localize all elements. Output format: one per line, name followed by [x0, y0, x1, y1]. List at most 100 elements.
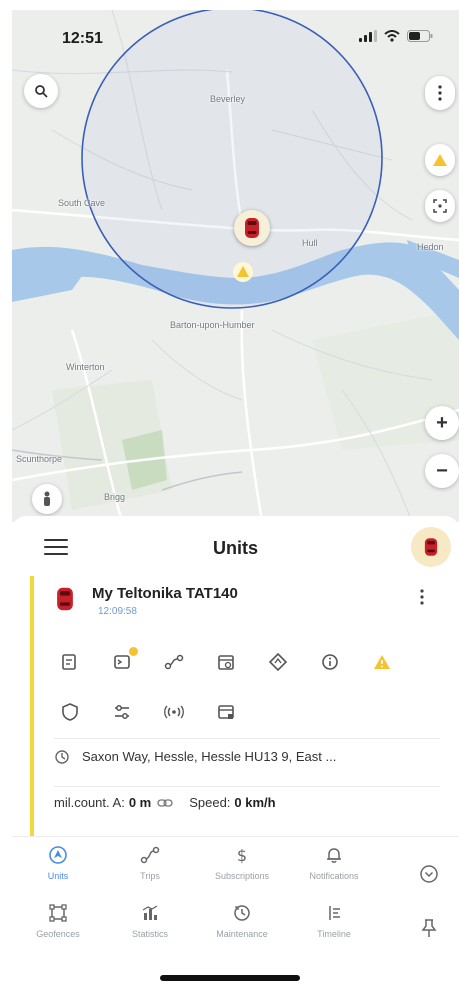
nav-geofences[interactable]: Geofences [12, 903, 104, 953]
mileage-label: mil.count. A: [54, 795, 125, 810]
nav-subscriptions-label: Subscriptions [214, 871, 270, 881]
search-icon [35, 85, 48, 98]
more-vertical-icon [438, 85, 442, 101]
warning-icon [374, 655, 390, 669]
statistics-icon [142, 905, 158, 920]
tool-info-button[interactable] [304, 644, 356, 680]
tool-trips-button[interactable] [148, 644, 200, 680]
status-time: 12:51 [62, 30, 103, 47]
car-icon [424, 538, 438, 556]
speed-value: 0 km/h [234, 795, 276, 810]
nav-subscriptions[interactable]: $ Subscriptions [196, 845, 288, 895]
calendar-add-icon [218, 705, 234, 719]
panel-title: Units [213, 538, 258, 558]
bottom-navigation: Units Trips $ Subscriptions Notification… [12, 836, 459, 966]
units-panel: Units My Teltonika TAT140 12:09:58 Saxon… [12, 516, 459, 836]
person-icon [44, 491, 50, 506]
info-icon [322, 654, 338, 670]
commands-icon [114, 655, 130, 669]
tool-navigate-button[interactable] [252, 644, 304, 680]
chevron-down-circle-icon [420, 865, 438, 883]
nav-maintenance-label: Maintenance [216, 929, 268, 939]
unit-address: Saxon Way, Hessle, Hessle HU13 9, East .… [82, 749, 337, 764]
unit-stats-row: mil.count. A: 0 m Speed: 0 km/h [54, 786, 440, 818]
map-fit-button[interactable] [425, 190, 455, 222]
nav-units-label: Units [47, 871, 69, 881]
geofence-icon [49, 904, 67, 922]
map-label-south-cave: South Cave [58, 198, 106, 208]
nav-statistics[interactable]: Statistics [104, 903, 196, 953]
tool-history-button[interactable] [200, 644, 252, 680]
nav-timeline[interactable]: Timeline [288, 903, 380, 953]
dollar-icon: $ [237, 846, 247, 865]
bell-icon [327, 848, 341, 863]
tool-events-button[interactable] [200, 694, 252, 730]
map-label-hull: Hull [302, 238, 318, 248]
calendar-history-icon [218, 655, 234, 670]
map-label-brigg: Brigg [104, 492, 126, 502]
focus-icon [433, 199, 447, 213]
tool-geofence-button[interactable] [44, 694, 96, 730]
timeline-icon [329, 906, 340, 920]
navigation-icon [269, 653, 287, 671]
map-label-beverley: Beverley [210, 94, 246, 104]
nav-units[interactable]: Units [12, 845, 104, 895]
nav-timeline-label: Timeline [317, 929, 351, 939]
signal-sensor-icon [164, 705, 184, 719]
nav-expand-button[interactable] [416, 861, 442, 887]
clock-location-icon [55, 749, 69, 764]
report-icon [62, 654, 76, 670]
unit-tools-row-2 [44, 694, 252, 730]
nav-pin-button[interactable] [416, 915, 442, 941]
speed-label: Speed: [189, 795, 231, 810]
tool-sensors-button[interactable] [148, 694, 200, 730]
unit-address-row[interactable]: Saxon Way, Hessle, Hessle HU13 9, East .… [54, 738, 440, 774]
zoom-out-button[interactable]: − [425, 454, 459, 488]
commands-badge [129, 647, 138, 656]
svg-text:$: $ [237, 846, 247, 865]
unit-name: My Teltonika TAT140 [92, 585, 238, 602]
map-warning-icon[interactable] [232, 262, 254, 282]
wifi-icon [384, 30, 400, 42]
nav-geofences-label: Geofences [36, 929, 80, 939]
tool-warning-button[interactable] [356, 644, 408, 680]
map-label-barton: Barton-upon-Humber [170, 320, 255, 330]
status-icons [359, 30, 433, 42]
map-label-hedon: Hedon [417, 242, 444, 252]
nav-statistics-label: Statistics [131, 929, 168, 939]
mileage-value: 0 m [128, 795, 152, 810]
unit-car-icon [56, 584, 74, 619]
person-button[interactable] [32, 484, 62, 514]
tool-commands-button[interactable] [96, 644, 148, 680]
tool-settings-button[interactable] [96, 694, 148, 730]
unit-avatar-button[interactable] [411, 527, 451, 567]
car-icon [57, 587, 73, 611]
nav-trips[interactable]: Trips [104, 845, 196, 895]
map-view[interactable]: Beverley South Cave Hull Hedon Barton-up… [12, 10, 459, 522]
cellular-signal-icon [359, 30, 377, 42]
link-icon[interactable] [157, 798, 173, 808]
home-indicator[interactable] [160, 975, 300, 981]
shield-icon [62, 703, 78, 721]
unit-tools-row-1 [44, 644, 408, 680]
map-search-button[interactable] [24, 74, 58, 108]
pin-icon [421, 919, 437, 937]
zoom-in-button[interactable]: + [425, 406, 459, 440]
unit-card[interactable]: My Teltonika TAT140 12:09:58 Saxon Way, … [30, 576, 450, 836]
unit-last-update: 12:09:58 [98, 606, 137, 617]
battery-icon [407, 30, 433, 42]
panel-header: Units [12, 524, 459, 570]
route-icon [164, 654, 184, 670]
units-icon [49, 846, 67, 864]
warning-icon [433, 154, 447, 166]
nav-maintenance[interactable]: Maintenance [196, 903, 288, 953]
nav-notifications-label: Notifications [309, 871, 359, 881]
tool-report-button[interactable] [44, 644, 96, 680]
nav-notifications[interactable]: Notifications [288, 845, 380, 895]
map-more-button[interactable] [425, 76, 455, 110]
map-warnings-button[interactable] [425, 144, 455, 176]
map-label-scunthorpe: Scunthorpe [16, 454, 63, 464]
unit-map-marker[interactable] [234, 210, 270, 246]
map-label-winterton: Winterton [66, 362, 105, 372]
unit-more-vertical-icon[interactable] [419, 588, 425, 606]
